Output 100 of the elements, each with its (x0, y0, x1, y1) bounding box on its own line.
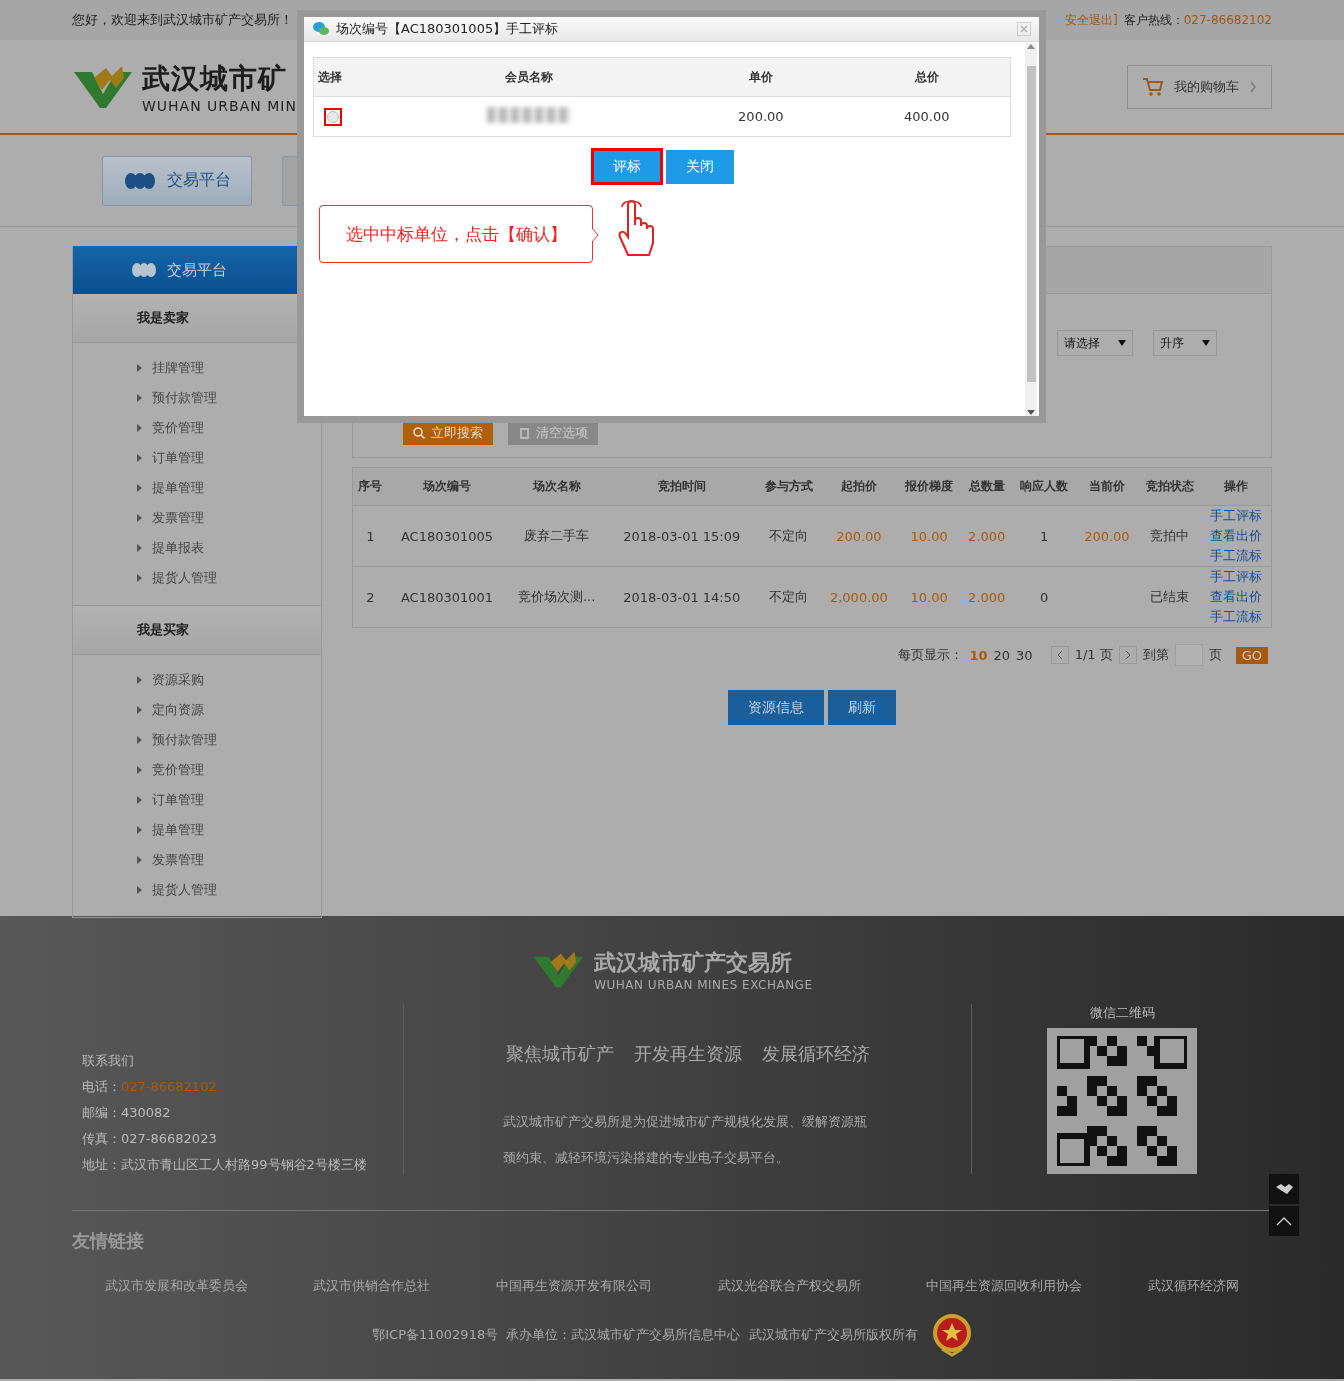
caret-icon (137, 574, 142, 582)
action-link[interactable]: 查看出价 (1210, 526, 1263, 546)
emblem-icon (931, 1313, 972, 1357)
friend-link[interactable]: 武汉市供销合作总社 (313, 1277, 431, 1295)
sidebar-item[interactable]: 竞价管理 (137, 413, 321, 443)
cart-button[interactable]: 我的购物车 (1127, 64, 1272, 109)
logo-title: 武汉城市矿 (142, 60, 288, 97)
sidebar-item[interactable]: 资源采购 (137, 665, 321, 695)
table-cell: 已结束 (1150, 589, 1190, 604)
column-header: 参与方式 (756, 467, 821, 506)
logo-subtitle: WUHAN URBAN MIN (142, 97, 297, 114)
contact-value: 027-86682023 (121, 1131, 217, 1146)
sidebar-item[interactable]: 提货人管理 (137, 563, 321, 593)
column-header: 场次编号 (387, 467, 507, 506)
friend-link[interactable]: 武汉循环经济网 (1148, 1277, 1240, 1295)
action-link[interactable]: 手工流标 (1210, 607, 1263, 627)
next-page-button[interactable] (1118, 646, 1137, 664)
footer-logo-title: 武汉城市矿产交易所 (594, 949, 794, 977)
goto-label: 到第 (1142, 646, 1169, 664)
table-cell: 2,000.00 (829, 589, 888, 605)
chevron-up-icon (1276, 1216, 1292, 1226)
page-size-option[interactable]: 30 (1016, 647, 1033, 663)
caret-icon (137, 706, 142, 714)
table-cell: 1 (366, 528, 375, 544)
sidebar-item[interactable]: 提单报表 (137, 533, 321, 563)
contact-heading: 联系我们 (82, 1052, 135, 1070)
action-button[interactable]: 资源信息 (728, 690, 824, 725)
cart-icon (1142, 76, 1164, 97)
go-button[interactable]: GO (1235, 646, 1268, 664)
sidebar-item[interactable]: 预付款管理 (137, 383, 321, 413)
action-link[interactable]: 查看出价 (1210, 587, 1263, 607)
search-button[interactable]: 立即搜索 (403, 421, 493, 445)
sidebar-item[interactable]: 提单管理 (137, 473, 321, 503)
site-description: 武汉城市矿产交易所是为促进城市矿产规模化发展、缓解资源瓶颈约束、减轻环境污染搭建的专业电子交易平台。 (502, 1113, 868, 1167)
handshake-button[interactable] (1269, 1174, 1299, 1204)
table-cell: 200.00 (836, 528, 882, 544)
caret-icon (137, 424, 142, 432)
page-info: 1/1 页 (1074, 646, 1113, 664)
friend-link[interactable]: 武汉光谷联合产权交易所 (717, 1277, 861, 1295)
contact-value: 武汉市青山区工人村路99号钢谷2号楼三楼 (121, 1157, 367, 1172)
close-button[interactable] (1017, 22, 1031, 36)
action-link[interactable]: 手工评标 (1210, 567, 1263, 587)
action-link[interactable]: 手工流标 (1210, 546, 1263, 566)
caret-icon (137, 676, 142, 684)
sidebar-item[interactable]: 提货人管理 (137, 875, 321, 905)
caret-icon (137, 394, 142, 402)
sidebar-item[interactable]: 挂牌管理 (137, 353, 321, 383)
caret-icon (137, 544, 142, 552)
coins-icon (131, 262, 157, 278)
friend-link[interactable]: 中国再生资源开发有限公司 (496, 1277, 653, 1295)
column-header: 操作 (1201, 467, 1272, 506)
caret-icon (137, 766, 142, 774)
column-header: 当前价 (1076, 467, 1138, 506)
copyright-text: 鄂ICP备11002918号 承办单位：武汉城市矿产交易所信息中心 武汉城市矿产交易所版权所有 (372, 1326, 918, 1344)
dropdown-icon (1118, 340, 1126, 346)
prev-page-button[interactable] (1050, 646, 1069, 664)
action-button[interactable]: 刷新 (828, 690, 896, 725)
column-header: 竞拍时间 (606, 467, 757, 506)
footer-logo-subtitle: WUHAN URBAN MINES EXCHANGE (594, 978, 813, 992)
friend-link[interactable]: 武汉市发展和改革委员会 (104, 1277, 248, 1295)
callout-text: 选中中标单位，点击【确认】 (319, 205, 593, 263)
sort-field-dropdown[interactable]: 请选择 (1057, 330, 1133, 356)
sort-order-dropdown[interactable]: 升序 (1153, 330, 1217, 356)
sidebar-item[interactable]: 发票管理 (137, 503, 321, 533)
sidebar-item[interactable]: 定向资源 (137, 695, 321, 725)
caret-icon (137, 826, 142, 834)
sidebar-item[interactable]: 订单管理 (137, 785, 321, 815)
sidebar-item[interactable]: 发票管理 (137, 845, 321, 875)
sidebar-item[interactable]: 提单管理 (137, 815, 321, 845)
contact-label: 地址： (82, 1157, 121, 1172)
radio-button[interactable] (324, 107, 342, 126)
table-cell: 2018-03-01 15:09 (623, 528, 741, 544)
page-size-option[interactable]: 20 (993, 647, 1011, 663)
table-cell: 10.00 (910, 589, 948, 605)
table-cell: 400.00 (904, 109, 950, 124)
sidebar-item[interactable]: 预付款管理 (137, 725, 321, 755)
greeting-text: 您好，欢迎来到武汉城市矿产交易所！ (72, 11, 293, 29)
friend-link[interactable]: 中国再生资源回收利用协会 (926, 1277, 1083, 1295)
contact-label: 电话： (82, 1079, 121, 1094)
sidebar-section-heading: 我是买家 (73, 605, 321, 655)
table-cell: 竞拍中 (1150, 528, 1190, 543)
dialog-title-bar: 场次编号【AC180301005】手工评标 (304, 17, 1039, 42)
table-cell: 2 (366, 589, 375, 605)
action-link[interactable]: 手工评标 (1210, 506, 1263, 526)
column-header: 序号 (352, 467, 388, 506)
caret-icon (137, 796, 142, 804)
back-to-top-button[interactable] (1269, 1206, 1299, 1236)
sidebar-item[interactable]: 订单管理 (137, 443, 321, 473)
trash-icon (518, 427, 530, 439)
chevron-left-icon (1056, 651, 1063, 659)
caret-icon (137, 514, 142, 522)
nav-tab[interactable]: 交易平台 (102, 155, 252, 206)
caret-icon (137, 736, 142, 744)
dialog-button[interactable]: 评标 (591, 148, 663, 185)
table-cell: 2.000 (968, 589, 1006, 605)
dialog-button[interactable]: 关闭 (666, 150, 734, 184)
caret-icon (137, 856, 142, 864)
scrollbar[interactable] (1025, 43, 1037, 416)
contact-label: 邮编： (82, 1105, 121, 1120)
sidebar-item[interactable]: 竞价管理 (137, 755, 321, 785)
